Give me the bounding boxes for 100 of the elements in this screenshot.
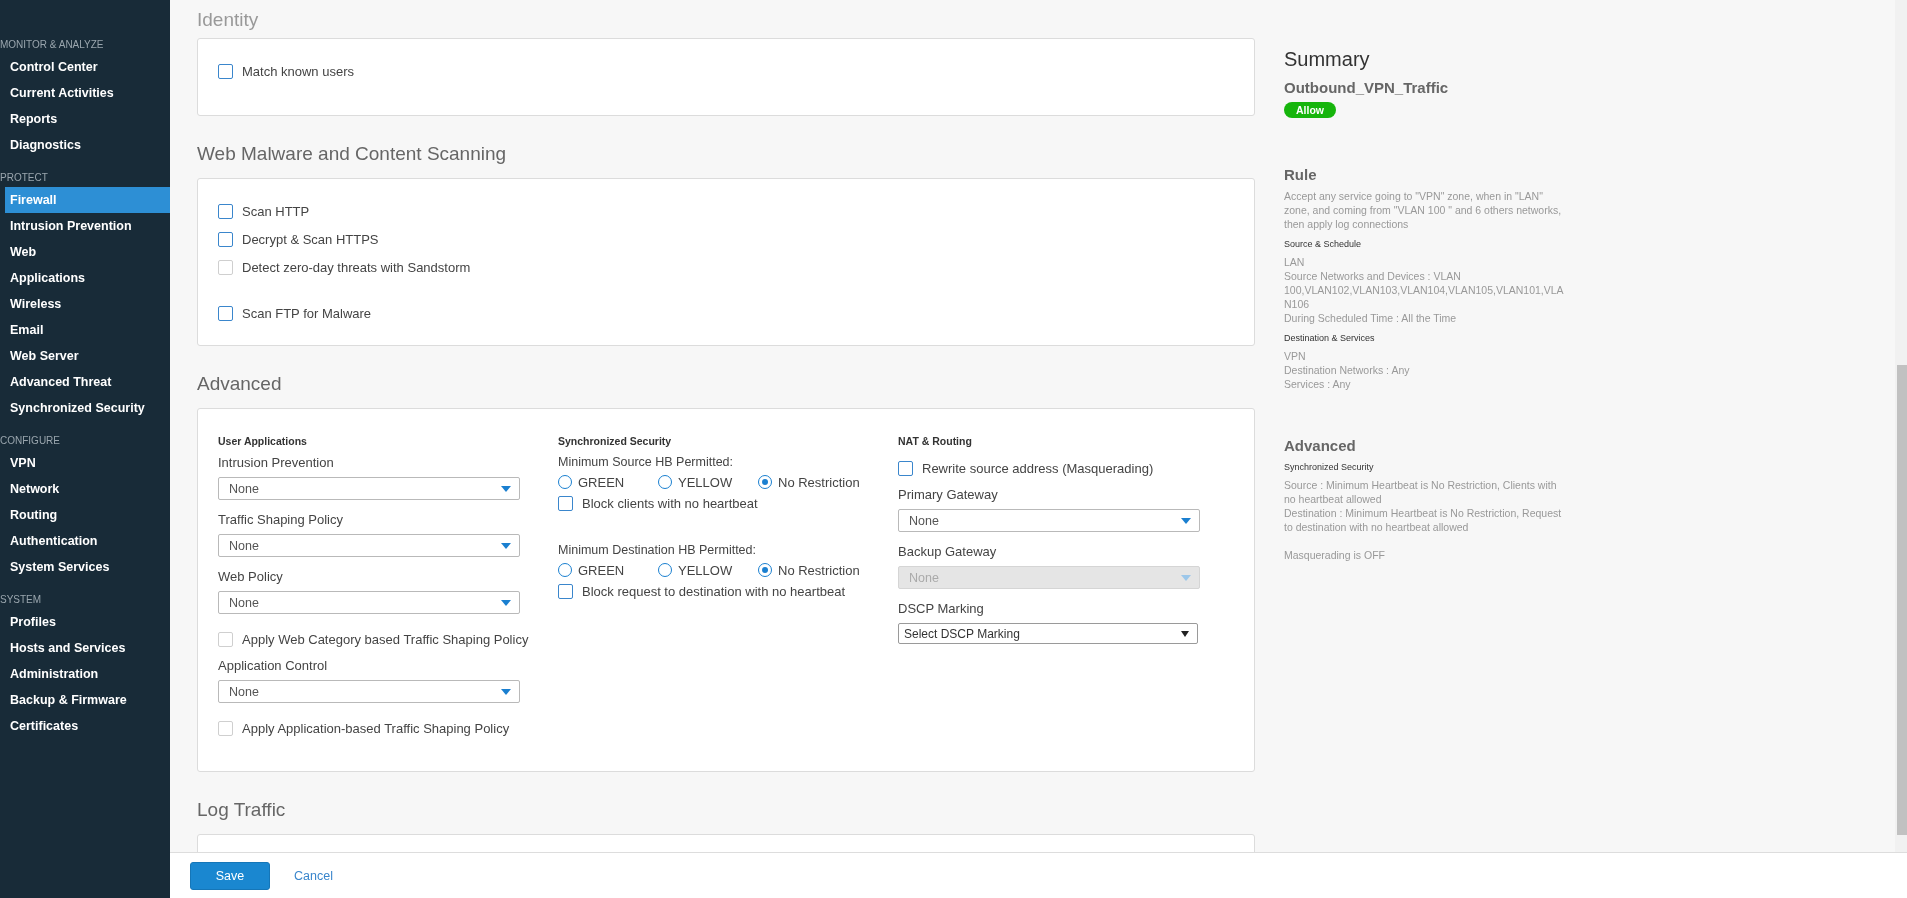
checkbox-label: Detect zero-day threats with Sandstorm (242, 259, 471, 275)
rule-name: Outbound_VPN_Traffic (1284, 79, 1450, 96)
summary-heading: Advanced (1284, 437, 1357, 454)
checkbox-label: Match known users (242, 63, 354, 79)
column-heading: User Applications (218, 435, 308, 447)
sidebar-item[interactable]: Routing (0, 502, 170, 528)
summary-line: Masquerading is OFF (1284, 548, 1386, 562)
checkbox[interactable] (218, 63, 233, 79)
checkbox-label: Scan FTP for Malware (242, 305, 372, 321)
dropdown[interactable]: Select DSCP Marking (898, 623, 1198, 644)
sidebar-item[interactable]: Control Center (0, 54, 170, 80)
sidebar-section-title: SYSTEM (0, 593, 43, 607)
caret-icon (1181, 574, 1191, 581)
save-button[interactable]: Save (190, 861, 270, 890)
dropdown[interactable]: None (218, 477, 520, 500)
sidebar-item[interactable]: Synchronized Security (0, 395, 170, 421)
summary-line: Source : Minimum Heartbeat is No Restriction, Clients with no heartbeat allowed (1284, 478, 1558, 506)
checkbox-label: Rewrite source address (Masquerading) (922, 460, 1154, 476)
radio-button[interactable] (558, 563, 572, 577)
checkbox-label: Decrypt & Scan HTTPS (242, 231, 379, 247)
section-title: Advanced (197, 372, 283, 396)
summary-description: Accept any service going to "VPN" zone, when in "LAN" zone, and coming from "VLAN 100 " and 6 others networks, then apply log connections (1284, 189, 1563, 231)
field-label: Intrusion Prevention (218, 455, 335, 470)
sidebar-item[interactable]: System Services (0, 554, 170, 580)
summary-line: Services : Any (1284, 377, 1352, 391)
summary-title: Summary (1284, 48, 1371, 71)
field-label: Traffic Shaping Policy (218, 512, 344, 527)
section-title: Web Malware and Content Scanning (197, 142, 508, 166)
summary-line: Destination Networks : Any (1284, 363, 1411, 377)
dropdown[interactable]: None (218, 591, 520, 614)
caret-icon (1181, 630, 1189, 637)
sidebar-item[interactable]: Administration (0, 661, 170, 687)
caret-icon (1181, 517, 1191, 524)
radio-label: GREEN (578, 474, 625, 490)
sidebar-item[interactable]: Authentication (0, 528, 170, 554)
radio-button[interactable] (758, 563, 772, 577)
dropdown[interactable]: None (898, 509, 1200, 532)
column-heading: Synchronized Security (558, 435, 673, 447)
cancel-link[interactable]: Cancel (294, 868, 333, 883)
sidebar-item[interactable]: Backup & Firmware (0, 687, 170, 713)
sidebar-item[interactable]: Intrusion Prevention (0, 213, 170, 239)
radio-label: YELLOW (678, 562, 733, 578)
sidebar-section-title: MONITOR & ANALYZE (0, 38, 105, 52)
checkbox[interactable] (558, 495, 573, 511)
checkbox[interactable] (218, 231, 233, 247)
sidebar-item[interactable]: Hosts and Services (0, 635, 170, 661)
field-label: Minimum Source HB Permitted: (558, 455, 735, 469)
checkbox-label: Apply Application-based Traffic Shaping Policy (242, 720, 510, 736)
summary-line: LAN (1284, 255, 1306, 269)
scrollbar[interactable] (1895, 0, 1907, 852)
section-title: Identity (197, 8, 260, 32)
checkbox-label: Block clients with no heartbeat (582, 495, 758, 511)
summary-line: Source Networks and Devices : VLAN 100,VLAN102,VLAN103,VLAN104,VLAN105,VLAN101,VLAN106 (1284, 269, 1565, 311)
dropdown[interactable]: None (218, 534, 520, 557)
sidebar-item[interactable]: Web Server (0, 343, 170, 369)
checkbox[interactable] (558, 583, 573, 599)
radio-button[interactable] (558, 475, 572, 489)
sidebar-item[interactable]: Firewall (5, 187, 170, 213)
dropdown[interactable]: None (218, 680, 520, 703)
sidebar-item[interactable]: Network (0, 476, 170, 502)
caret-icon (501, 599, 511, 606)
column-heading: NAT & Routing (898, 435, 973, 447)
checkbox[interactable] (898, 460, 913, 476)
sidebar-item[interactable]: Email (0, 317, 170, 343)
sidebar-item[interactable]: Advanced Threat (0, 369, 170, 395)
sidebar-item[interactable]: Certificates (0, 713, 170, 739)
summary-line: VPN (1284, 349, 1307, 363)
summary-subheading: Source & Schedule (1284, 239, 1363, 249)
section-title: Log Traffic (197, 798, 287, 822)
radio-label: No Restriction (778, 562, 860, 578)
field-label: Minimum Destination HB Permitted: (558, 543, 757, 557)
radio-label: YELLOW (678, 474, 733, 490)
field-label: Web Policy (218, 569, 284, 584)
field-label: DSCP Marking (898, 601, 985, 616)
summary-subheading: Destination & Services (1284, 333, 1376, 343)
sidebar-item[interactable]: Current Activities (0, 80, 170, 106)
checkbox-label: Scan HTTP (242, 203, 310, 219)
radio-button[interactable] (758, 475, 772, 489)
radio-button[interactable] (658, 563, 672, 577)
summary-heading: Rule (1284, 166, 1318, 183)
field-label: Primary Gateway (898, 487, 999, 502)
caret-icon (501, 485, 511, 492)
radio-button[interactable] (658, 475, 672, 489)
sidebar-item[interactable]: Diagnostics (0, 132, 170, 158)
sidebar-item[interactable]: Applications (0, 265, 170, 291)
sidebar-item[interactable]: Profiles (0, 609, 170, 635)
sidebar-item[interactable]: Reports (0, 106, 170, 132)
checkbox[interactable] (218, 203, 233, 219)
caret-icon (501, 688, 511, 695)
radio-label: No Restriction (778, 474, 860, 490)
summary-subheading: Synchronized Security (1284, 462, 1375, 472)
sidebar-section-title: PROTECT (0, 171, 49, 185)
sidebar-item[interactable]: Wireless (0, 291, 170, 317)
sidebar-item[interactable]: VPN (0, 450, 170, 476)
radio-label: GREEN (578, 562, 625, 578)
checkbox[interactable] (218, 305, 233, 321)
sidebar-item[interactable]: Web (0, 239, 170, 265)
action-tag: Allow (1284, 102, 1336, 118)
scrollbar-thumb[interactable] (1897, 365, 1907, 835)
caret-icon (501, 542, 511, 549)
